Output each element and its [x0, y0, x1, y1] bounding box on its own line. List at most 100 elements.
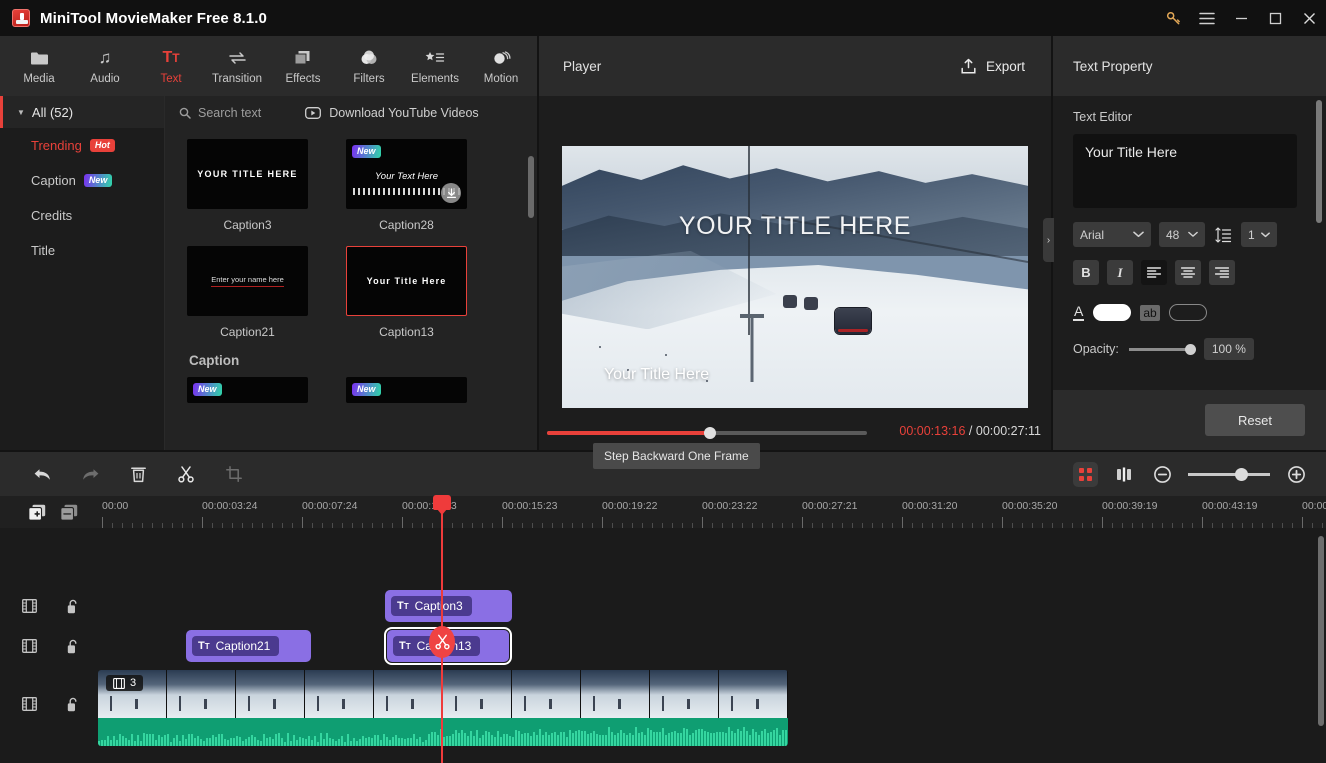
text-color-swatch[interactable] [1093, 304, 1132, 321]
template-thumb[interactable]: New [346, 377, 467, 403]
maximize-button[interactable] [1258, 0, 1292, 36]
reset-button[interactable]: Reset [1205, 404, 1305, 436]
video-preview[interactable]: YOUR TITLE HERE Your Title Here [562, 146, 1028, 408]
timeline-scrollbar[interactable] [1318, 536, 1324, 726]
opacity-handle[interactable] [1184, 343, 1196, 355]
zoom-out-button[interactable] [1150, 462, 1174, 486]
template-thumb[interactable]: New [187, 377, 308, 403]
track-text-1[interactable]: TT Caption3 [98, 586, 1326, 626]
zoom-in-button[interactable] [1284, 462, 1308, 486]
category-item-credits[interactable]: Credits [0, 198, 164, 233]
panel-title: Text Property [1073, 58, 1153, 74]
key-icon[interactable] [1156, 0, 1190, 36]
add-media-icon[interactable] [28, 504, 46, 521]
overlay-title-small[interactable]: Your Title Here [604, 366, 709, 384]
undo-arrow-icon[interactable] [30, 462, 54, 486]
unlock-icon[interactable] [67, 639, 79, 654]
property-scrollbar[interactable] [1316, 100, 1322, 223]
font-family-select[interactable]: Arial [1073, 222, 1151, 247]
outline-color-swatch[interactable] [1168, 304, 1207, 321]
opacity-value[interactable]: 100 % [1203, 338, 1254, 360]
opacity-slider[interactable] [1128, 343, 1196, 355]
close-button[interactable] [1292, 0, 1326, 36]
font-size-select[interactable]: 48 [1159, 222, 1205, 247]
playhead[interactable] [429, 495, 455, 763]
film-icon[interactable] [22, 599, 37, 613]
template-cell-caption13[interactable]: Your Title Here Caption13 [346, 246, 467, 339]
ruler-label: 00:00:27:21 [802, 500, 858, 512]
tab-media[interactable]: Media [6, 37, 72, 95]
zoom-handle[interactable] [1235, 467, 1248, 481]
italic-button[interactable]: I [1107, 260, 1133, 285]
align-right-icon[interactable] [1209, 260, 1235, 285]
track-video[interactable]: 3 [98, 670, 1326, 750]
film-icon[interactable] [22, 639, 37, 653]
download-youtube-button[interactable]: Download YouTube Videos [305, 106, 479, 120]
star-list-icon [425, 48, 445, 68]
duplicate-icon[interactable] [60, 504, 78, 521]
category-item-title[interactable]: Title [0, 233, 164, 268]
tab-motion[interactable]: Motion [468, 37, 534, 95]
template-cell-partial-1[interactable]: New [187, 377, 308, 403]
tab-effects[interactable]: Effects [270, 37, 336, 95]
scissors-icon[interactable] [174, 462, 198, 486]
youtube-download-icon [305, 106, 322, 119]
template-cell-partial-2[interactable]: New [346, 377, 467, 403]
category-item-trending[interactable]: Trending Hot [0, 128, 164, 163]
split-at-playhead-button[interactable] [429, 626, 455, 658]
template-cell-caption21[interactable]: Enter your name here Caption21 [187, 246, 308, 339]
track-text-2[interactable]: TT Caption21 TT Caption13 [98, 626, 1326, 666]
template-thumb[interactable]: Enter your name here [187, 246, 308, 316]
category-all[interactable]: ▼ All (52) [0, 96, 164, 128]
timeline: 00:00 00:00:03:24 00:00:07:24 00:00:11:2… [0, 495, 1326, 763]
fit-icon[interactable] [1073, 461, 1098, 487]
template-thumb[interactable]: YOUR TITLE HERE [187, 139, 308, 209]
category-all-label: All (52) [31, 104, 74, 120]
template-thumb[interactable]: New Your Text Here [346, 139, 467, 209]
timeline-clip[interactable]: TT Caption3 [385, 590, 512, 622]
tab-text[interactable]: TT Text [138, 37, 204, 95]
timeline-clip[interactable]: TT Caption21 [186, 630, 311, 662]
video-clip[interactable]: 3 [98, 670, 788, 746]
line-spacing-select[interactable]: 1 [1241, 222, 1277, 247]
tab-elements[interactable]: Elements [402, 37, 468, 95]
align-center-icon[interactable] [1175, 260, 1201, 285]
playhead-handle[interactable] [433, 495, 451, 515]
split-view-icon[interactable] [1112, 462, 1136, 486]
timeline-ruler[interactable]: 00:00 00:00:03:24 00:00:07:24 00:00:11:2… [98, 496, 1326, 528]
template-thumb-selected[interactable]: Your Title Here [346, 246, 467, 316]
track-header-video [0, 666, 98, 742]
bold-button[interactable]: B [1073, 260, 1099, 285]
trash-icon[interactable] [126, 462, 150, 486]
template-cell-caption3[interactable]: YOUR TITLE HERE Caption3 [187, 139, 308, 232]
tab-filters[interactable]: Filters [336, 37, 402, 95]
template-cell-caption28[interactable]: New Your Text Here Caption28 [346, 139, 467, 232]
tab-audio[interactable]: ♫ Audio [72, 37, 138, 95]
menu-icon[interactable] [1190, 0, 1224, 36]
category-item-caption[interactable]: Caption New [0, 163, 164, 198]
export-button[interactable]: Export [960, 58, 1025, 75]
playback-progress-bar[interactable] [547, 427, 867, 439]
zoom-slider[interactable] [1188, 467, 1270, 481]
gondola-car-foreground [834, 308, 871, 335]
overlay-title-large[interactable]: YOUR TITLE HERE [562, 212, 1028, 241]
template-grid[interactable]: YOUR TITLE HERE Caption3 New Your Text H… [165, 129, 537, 450]
unlock-icon[interactable] [67, 697, 79, 712]
text-color-icon: A [1073, 303, 1085, 321]
film-icon[interactable] [22, 697, 37, 711]
chevron-down-icon [1133, 231, 1144, 238]
app-window: MiniTool MovieMaker Free 8.1.0 Media ♫ A… [0, 0, 1326, 763]
unlock-icon[interactable] [67, 599, 79, 614]
minimize-button[interactable] [1224, 0, 1258, 36]
align-left-icon[interactable] [1141, 260, 1167, 285]
download-icon[interactable] [441, 183, 461, 203]
template-scrollbar[interactable] [528, 156, 534, 218]
opacity-label: Opacity: [1073, 342, 1119, 356]
text-editor-input[interactable]: Your Title Here [1073, 134, 1297, 208]
tab-transition[interactable]: Transition [204, 37, 270, 95]
progress-handle[interactable] [704, 427, 716, 439]
hot-badge: Hot [89, 138, 115, 153]
template-row: Enter your name here Caption21 Your Titl… [187, 246, 515, 339]
search-input[interactable]: Search text [179, 106, 261, 120]
tab-media-label: Media [23, 72, 55, 85]
